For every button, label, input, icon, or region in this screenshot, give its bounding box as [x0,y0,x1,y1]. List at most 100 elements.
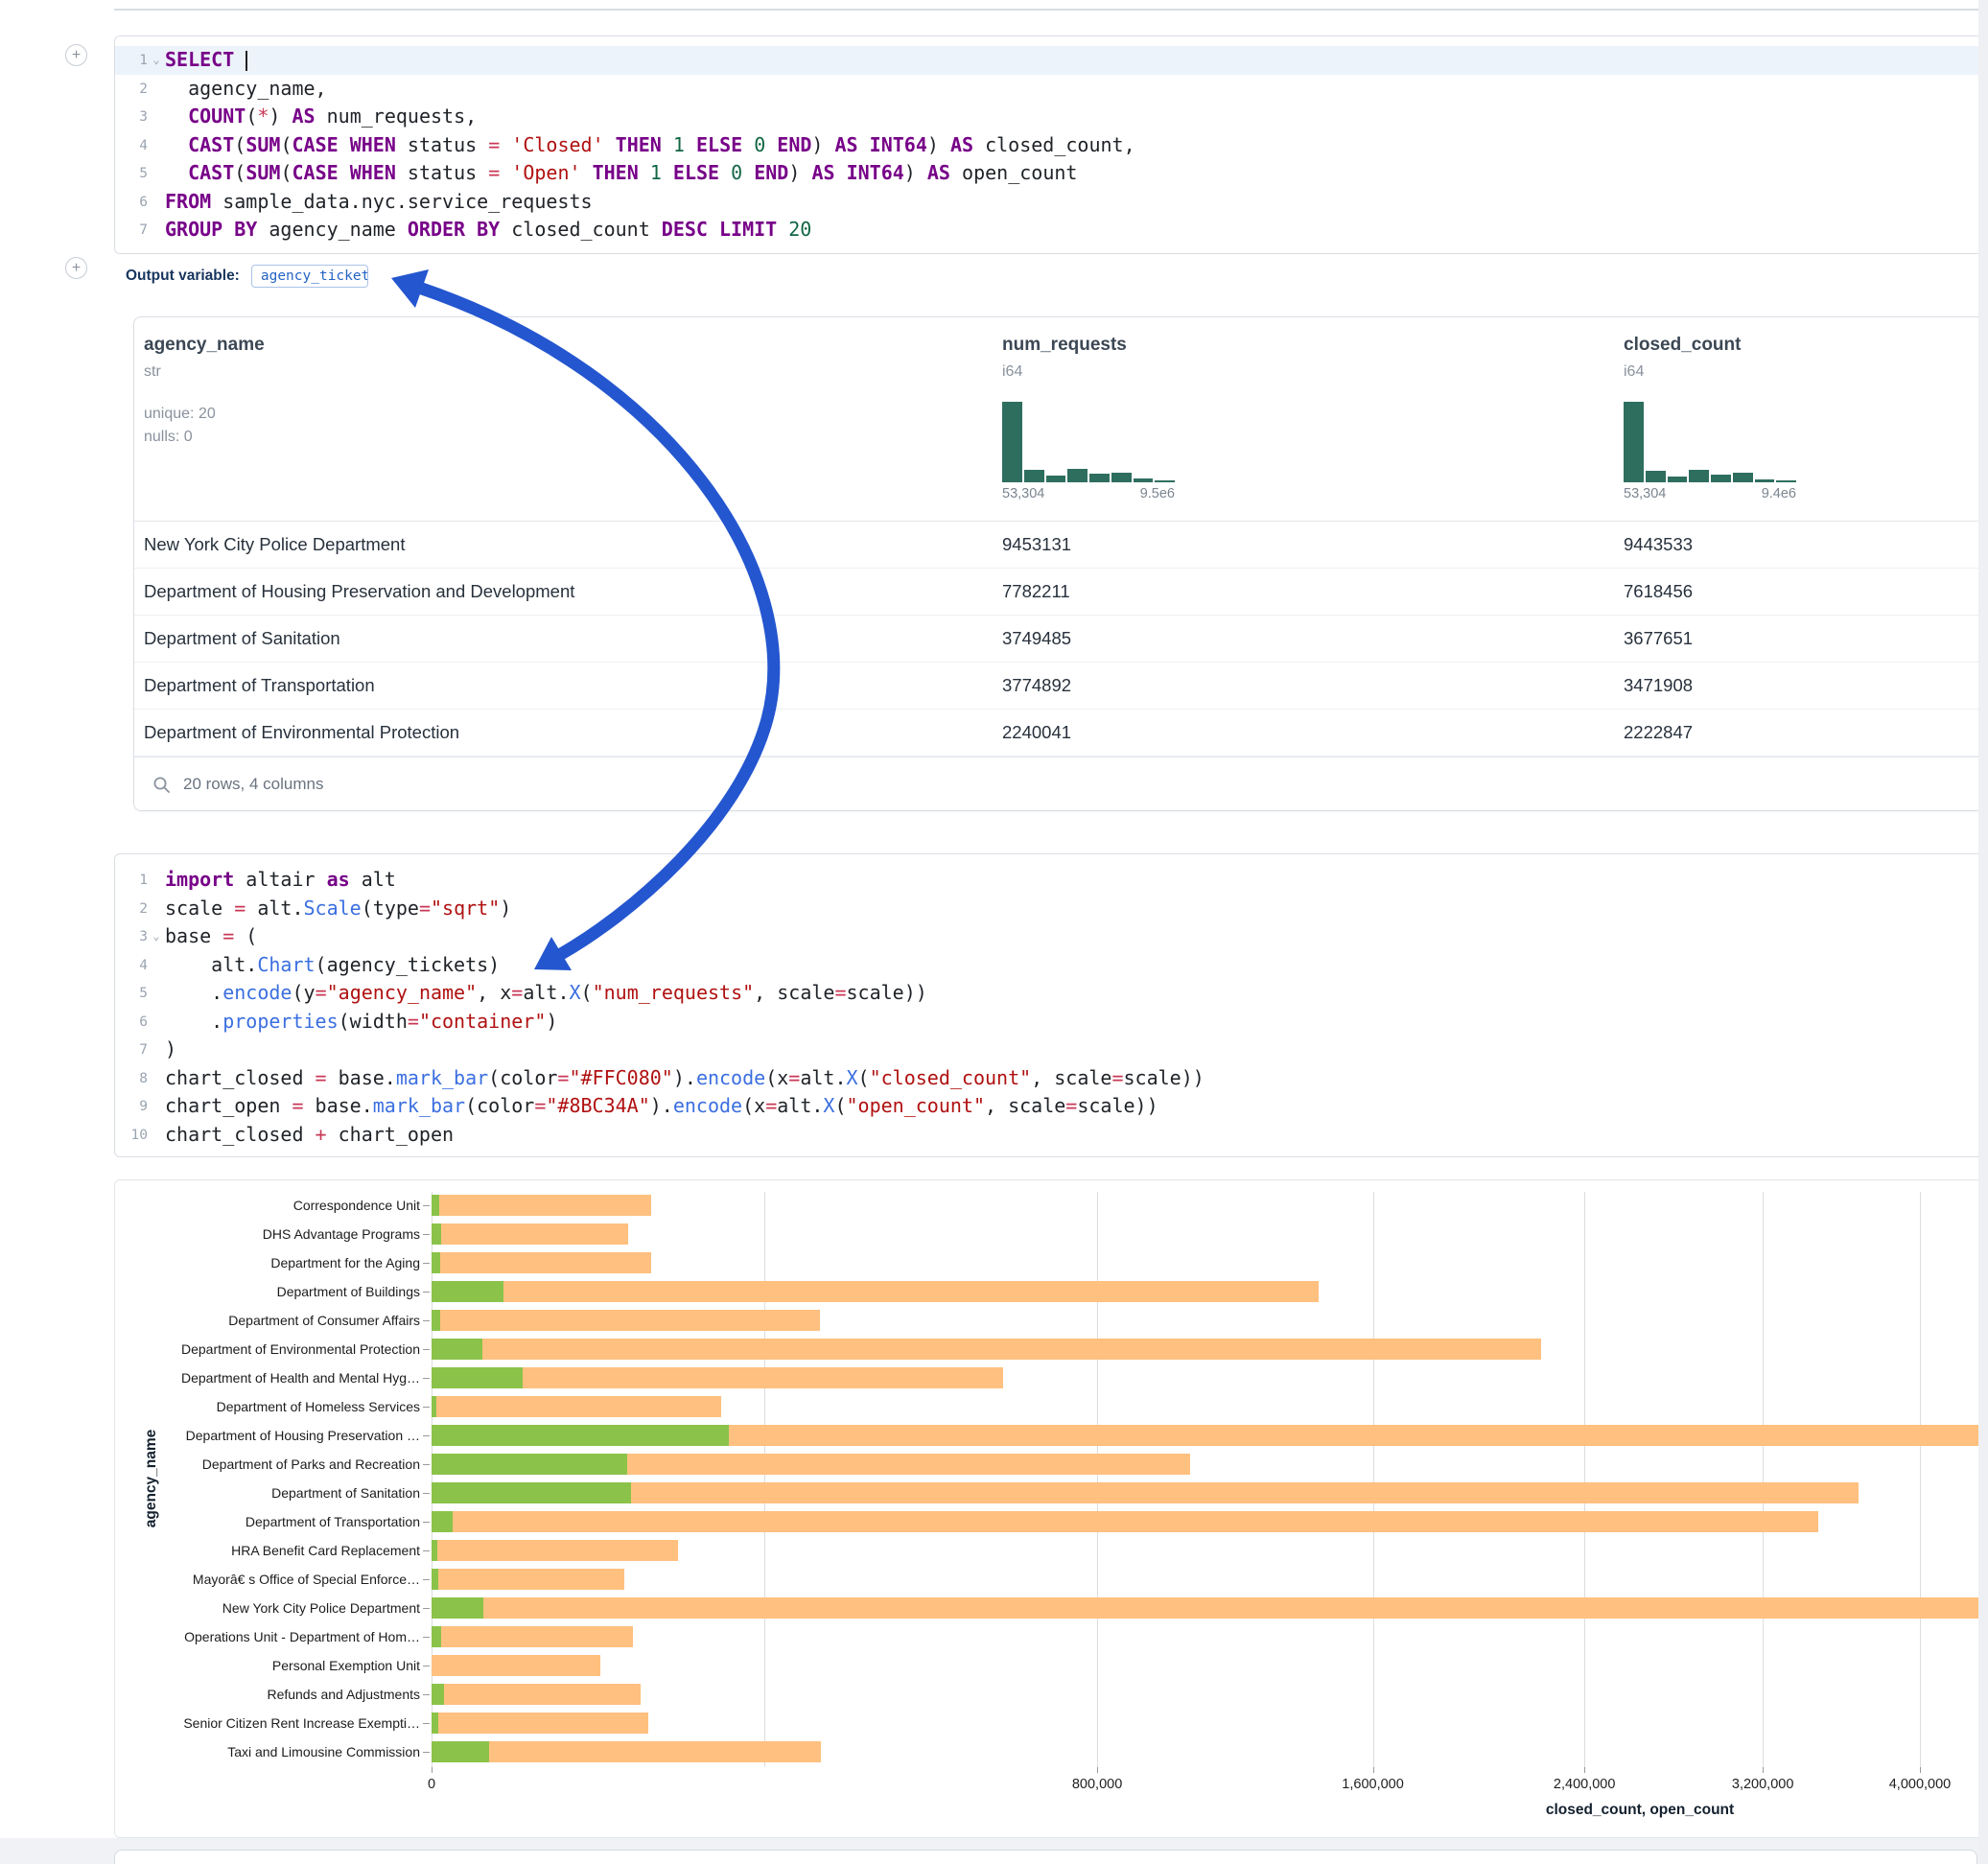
histogram-closed-count [1624,402,1796,482]
table-row[interactable]: New York City Police Department945313194… [134,522,1983,569]
y-axis-tick [423,1723,430,1724]
line-number: 2 [119,75,148,104]
code-text: import altair as alt [165,866,396,895]
output-variable-pill[interactable]: agency_tickets [251,265,368,288]
code-text: scale = alt.Scale(type="sqrt") [165,895,511,923]
code-line[interactable]: 6FROM sample_data.nyc.service_requests [115,188,1983,217]
histogram-max-label: 9.5e6 [1002,486,1175,501]
histogram-bar [1067,469,1088,482]
y-axis-tick [423,1694,430,1695]
code-line[interactable]: 5 CAST(SUM(CASE WHEN status = 'Open' THE… [115,159,1983,188]
sql-editor[interactable]: 1⌄SELECT 2 agency_name,3 COUNT(*) AS num… [114,35,1984,254]
add-cell-button-top[interactable]: + [65,44,87,66]
code-line[interactable]: 3⌄base = ( [115,922,1983,951]
bar-open [432,1252,440,1273]
y-axis-label: Taxi and Limousine Commission [115,1743,420,1760]
column-header-closed-count[interactable]: closed_count [1624,335,1741,356]
bar-open [432,1339,482,1360]
y-axis-label: Senior Citizen Rent Increase Exempti… [115,1714,420,1732]
search-icon[interactable] [152,776,171,794]
gutter-spacer [148,979,165,1008]
bar-closed [432,1482,1859,1503]
code-line[interactable]: 4 alt.Chart(agency_tickets) [115,951,1983,980]
bar-open [432,1454,627,1475]
bar-chart: closed_count, open_count agency_name 080… [115,1180,1983,1837]
bar-open [432,1223,441,1245]
code-text: FROM sample_data.nyc.service_requests [165,188,593,217]
output-variable-row: Output variable: agency_tickets [126,265,368,288]
y-axis-label: Department of Housing Preservation … [115,1427,420,1444]
x-axis-label: 1,600,000 [1342,1777,1404,1792]
table-row[interactable]: Department of Environmental Protection22… [134,710,1983,757]
chart-cell: closed_count, open_count agency_name 080… [114,1179,1984,1838]
code-line[interactable]: 3 COUNT(*) AS num_requests, [115,103,1983,131]
bar-open [432,1569,438,1590]
bar-open [432,1511,453,1532]
row-count-label: 20 rows, 4 columns [183,775,323,794]
code-line[interactable]: 2 agency_name, [115,75,1983,104]
line-number: 9 [119,1092,148,1121]
bar-open [432,1482,631,1503]
bar-open [432,1367,523,1388]
y-axis-tick [423,1292,430,1293]
code-line[interactable]: 6 .properties(width="container") [115,1008,1983,1037]
histogram-bar [1046,476,1066,482]
code-line[interactable]: 1import altair as alt [115,866,1983,895]
histogram-num-requests [1002,402,1175,482]
bar-open [432,1195,439,1216]
x-axis-tick [432,1767,433,1773]
line-number: 4 [119,131,148,160]
column-header-agency-name[interactable]: agency_name [144,335,265,356]
table-row[interactable]: Department of Transportation377489234719… [134,663,1983,710]
column-type: i64 [1002,363,1022,381]
add-cell-button-output[interactable]: + [65,257,87,279]
x-axis-tick [1584,1767,1585,1773]
python-editor[interactable]: 1import altair as alt2 scale = alt.Scale(… [114,853,1984,1157]
y-axis-tick [423,1407,430,1408]
code-line[interactable]: 2 scale = alt.Scale(type="sqrt") [115,895,1983,923]
table-cell: 7618456 [1624,581,1983,602]
table-cell: 7782211 [1002,581,1624,602]
code-line[interactable]: 10chart_closed + chart_open [115,1121,1983,1150]
column-header-num-requests[interactable]: num_requests [1002,335,1127,356]
y-axis-label: Correspondence Unit [115,1197,420,1214]
code-line[interactable]: 1⌄SELECT [115,46,1983,75]
column-stat-nulls: nulls: 0 [144,429,193,446]
bar-open [432,1713,438,1734]
code-line[interactable]: 9chart_open = base.mark_bar(color="#8BC3… [115,1092,1983,1121]
gutter-spacer [148,216,165,245]
bar-closed [432,1713,648,1734]
bar-open [432,1597,483,1619]
line-number: 1 [119,46,148,75]
line-number: 7 [119,216,148,245]
gutter-spacer [148,951,165,980]
histogram-bar [1776,480,1796,482]
gutter-spacer [148,188,165,217]
code-text: agency_name, [165,75,327,104]
histogram-bar [1755,479,1775,482]
code-line[interactable]: 7) [115,1036,1983,1064]
code-text: CAST(SUM(CASE WHEN status = 'Open' THEN … [165,159,1077,188]
y-axis-label: Department of Sanitation [115,1484,420,1502]
table-cell: New York City Police Department [144,534,1002,555]
line-number: 8 [119,1064,148,1093]
bar-closed [432,1252,651,1273]
y-axis-label: Department of Homeless Services [115,1398,420,1415]
table-row[interactable]: Department of Sanitation37494853677651 [134,616,1983,663]
bar-closed [432,1540,678,1561]
code-line[interactable]: 7GROUP BY agency_name ORDER BY closed_co… [115,216,1983,245]
table-row[interactable]: Department of Housing Preservation and D… [134,569,1983,616]
scrollbar-gutter[interactable] [1978,0,1988,1864]
line-number: 2 [119,895,148,923]
bar-closed [432,1511,1818,1532]
bar-open [432,1540,437,1561]
code-line[interactable]: 5 .encode(y="agency_name", x=alt.X("num_… [115,979,1983,1008]
gutter-spacer [148,895,165,923]
x-axis-label: 3,200,000 [1732,1777,1794,1792]
code-line[interactable]: 4 CAST(SUM(CASE WHEN status = 'Closed' T… [115,131,1983,160]
code-line[interactable]: 8chart_closed = base.mark_bar(color="#FF… [115,1064,1983,1093]
y-axis-label: Refunds and Adjustments [115,1686,420,1703]
y-axis-tick [423,1234,430,1235]
bar-closed [432,1655,600,1676]
bar-open [432,1396,436,1417]
